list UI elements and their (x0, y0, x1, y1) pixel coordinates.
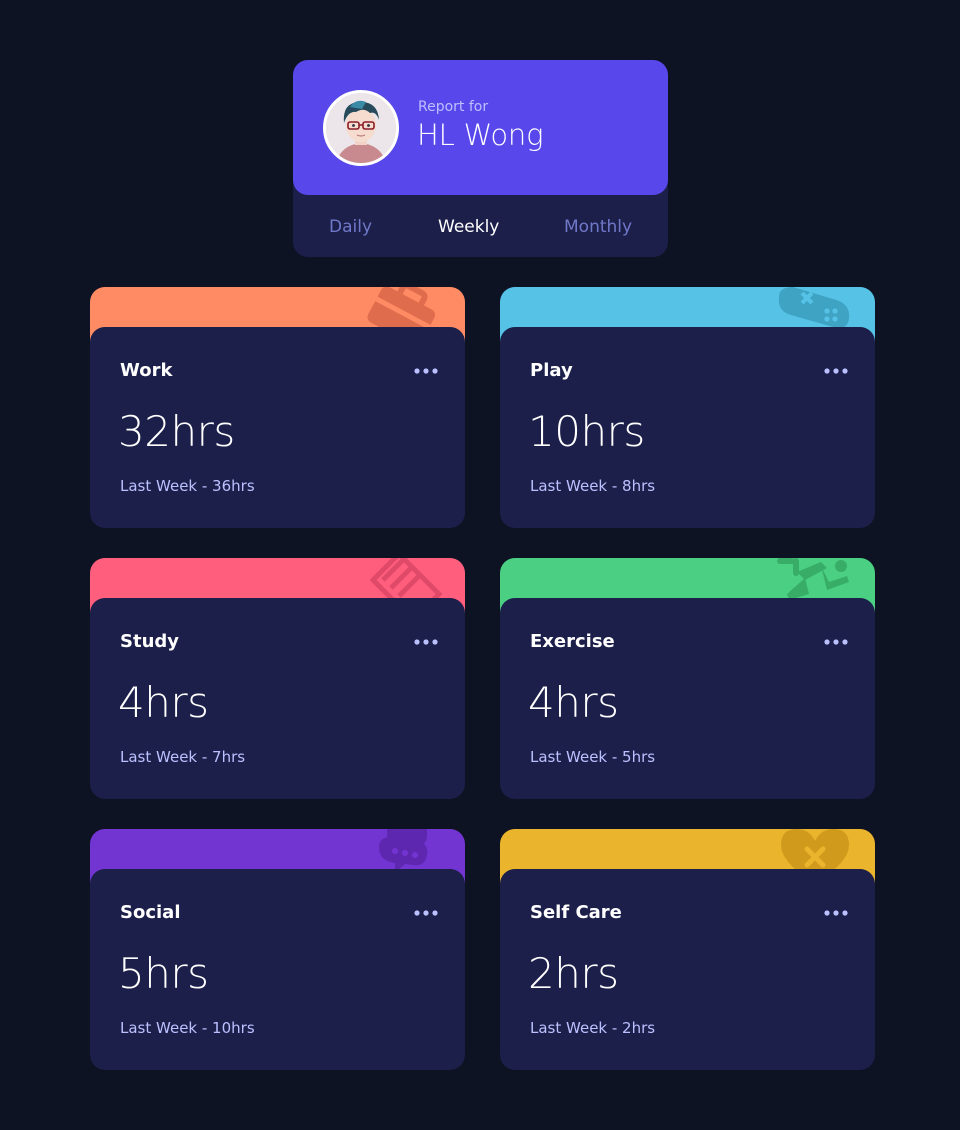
current-hours: 10hrs (528, 407, 645, 456)
previous-hours: Last Week - 5hrs (530, 748, 656, 766)
current-hours: 5hrs (118, 949, 209, 998)
current-hours: 4hrs (528, 678, 619, 727)
previous-hours: Last Week - 36hrs (120, 477, 255, 495)
card-body[interactable]: Work 32hrs Last Week - 36hrs (90, 327, 465, 528)
previous-hours: Last Week - 10hrs (120, 1019, 255, 1037)
current-hours: 2hrs (528, 949, 619, 998)
card-body[interactable]: Social 5hrs Last Week - 10hrs (90, 869, 465, 1070)
card-title: Social (120, 902, 181, 923)
current-hours: 32hrs (118, 407, 235, 456)
card-title: Work (120, 360, 173, 381)
ellipsis-icon[interactable] (824, 905, 848, 919)
card-title: Study (120, 631, 180, 652)
tab-daily[interactable]: Daily (329, 217, 372, 237)
ellipsis-icon[interactable] (414, 363, 438, 377)
ellipsis-icon[interactable] (414, 905, 438, 919)
profile-header: Report for HL Wong (293, 60, 668, 195)
card-body[interactable]: Play 10hrs Last Week - 8hrs (500, 327, 875, 528)
user-name: HL Wong (417, 118, 544, 152)
previous-hours: Last Week - 2hrs (530, 1019, 656, 1037)
previous-hours: Last Week - 8hrs (530, 477, 656, 495)
dashboard: Report for HL Wong Daily Weekly Monthly … (0, 0, 960, 1130)
card-body[interactable]: Self Care 2hrs Last Week - 2hrs (500, 869, 875, 1070)
activity-card-work: Work 32hrs Last Week - 36hrs (90, 287, 465, 528)
activity-card-exercise: Exercise 4hrs Last Week - 5hrs (500, 558, 875, 799)
previous-hours: Last Week - 7hrs (120, 748, 246, 766)
tab-monthly[interactable]: Monthly (564, 217, 632, 237)
card-title: Exercise (530, 631, 615, 652)
activity-card-play: Play 10hrs Last Week - 8hrs (500, 287, 875, 528)
card-title: Play (530, 360, 573, 381)
report-for-label: Report for (418, 99, 489, 115)
activity-card-social: Social 5hrs Last Week - 10hrs (90, 829, 465, 1070)
avatar (323, 90, 399, 166)
card-body[interactable]: Exercise 4hrs Last Week - 5hrs (500, 598, 875, 799)
ellipsis-icon[interactable] (824, 363, 848, 377)
profile-card: Report for HL Wong Daily Weekly Monthly (293, 60, 668, 257)
tab-weekly[interactable]: Weekly (438, 217, 499, 237)
activity-card-study: Study 4hrs Last Week - 7hrs (90, 558, 465, 799)
ellipsis-icon[interactable] (414, 634, 438, 648)
card-body[interactable]: Study 4hrs Last Week - 7hrs (90, 598, 465, 799)
activity-card-self-care: Self Care 2hrs Last Week - 2hrs (500, 829, 875, 1070)
current-hours: 4hrs (118, 678, 209, 727)
ellipsis-icon[interactable] (824, 634, 848, 648)
card-title: Self Care (530, 902, 622, 923)
